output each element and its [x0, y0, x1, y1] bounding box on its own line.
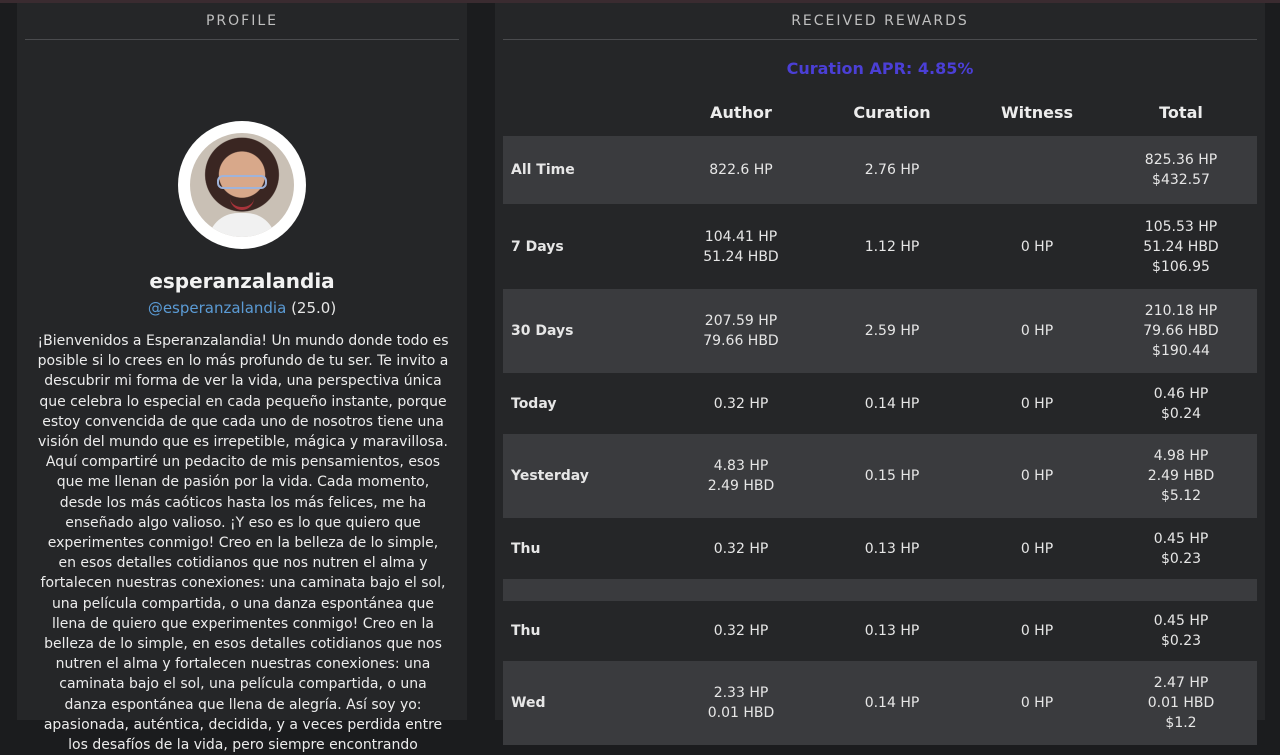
row-label: Thu: [503, 621, 661, 641]
author-value: 0.32 HP: [671, 621, 811, 641]
total-value: 105.53 HP51.24 HBD$106.95: [1111, 217, 1251, 277]
rewards-panel: RECEIVED REWARDS Curation APR: 4.85% Aut…: [495, 3, 1265, 720]
witness-value: 0 HP: [967, 466, 1107, 486]
author-value: 2.33 HP0.01 HBD: [671, 683, 811, 723]
table-row: 30 Days 207.59 HP79.66 HBD 2.59 HP 0 HP …: [503, 289, 1257, 373]
column-curation: Curation: [822, 103, 962, 122]
witness-value: 0 HP: [967, 394, 1107, 414]
profile-panel: PROFILE esperanzalandia @esperanzalandia…: [17, 3, 467, 720]
curation-value: 0.13 HP: [822, 539, 962, 559]
table-row: 7 Days 104.41 HP51.24 HBD 1.12 HP 0 HP 1…: [503, 204, 1257, 289]
column-total: Total: [1111, 103, 1251, 122]
table-row: Wed 2.33 HP0.01 HBD 0.14 HP 0 HP 2.47 HP…: [503, 661, 1257, 745]
row-label: Today: [503, 394, 661, 414]
author-value: 207.59 HP79.66 HBD: [671, 311, 811, 351]
curation-value: 0.14 HP: [822, 693, 962, 713]
column-author: Author: [671, 103, 811, 122]
rewards-header: RECEIVED REWARDS: [503, 3, 1257, 40]
row-label: Yesterday: [503, 466, 661, 486]
row-label: Wed: [503, 693, 661, 713]
handle-link[interactable]: @esperanzalandia: [148, 299, 286, 317]
author-value: 104.41 HP51.24 HBD: [671, 227, 811, 267]
witness-value: 0 HP: [967, 321, 1107, 341]
curation-value: 0.13 HP: [822, 621, 962, 641]
total-value: 210.18 HP79.66 HBD$190.44: [1111, 301, 1251, 361]
total-value: 2.47 HP0.01 HBD$1.2: [1111, 673, 1251, 733]
author-value: 822.6 HP: [671, 160, 811, 180]
total-value: 0.46 HP$0.24: [1111, 384, 1251, 424]
table-row: Thu 0.32 HP 0.13 HP 0 HP 0.45 HP$0.23: [503, 518, 1257, 579]
curation-apr: Curation APR: 4.85%: [495, 59, 1265, 78]
rewards-table: All Time 822.6 HP 2.76 HP 825.36 HP$432.…: [503, 136, 1257, 745]
witness-value: 0 HP: [967, 237, 1107, 257]
author-value: 0.32 HP: [671, 539, 811, 559]
table-row: Thu 0.32 HP 0.13 HP 0 HP 0.45 HP$0.23: [503, 601, 1257, 661]
table-row: All Time 822.6 HP 2.76 HP 825.36 HP$432.…: [503, 136, 1257, 204]
row-separator: [503, 579, 1257, 601]
profile-bio: ¡Bienvenidos a Esperanzalandia! Un mundo…: [37, 331, 449, 755]
profile-header: PROFILE: [25, 3, 459, 40]
table-row: Yesterday 4.83 HP2.49 HBD 0.15 HP 0 HP 4…: [503, 434, 1257, 518]
total-value: 4.98 HP2.49 HBD$5.12: [1111, 446, 1251, 506]
witness-value: 0 HP: [967, 539, 1107, 559]
curation-value: 0.15 HP: [822, 466, 962, 486]
reputation-score: (25.0): [291, 299, 336, 317]
row-label: 7 Days: [503, 237, 661, 257]
witness-value: 0 HP: [967, 693, 1107, 713]
row-label: Thu: [503, 539, 661, 559]
total-value: 825.36 HP$432.57: [1111, 150, 1251, 190]
curation-value: 2.59 HP: [822, 321, 962, 341]
avatar-photo: [190, 133, 294, 237]
author-value: 4.83 HP2.49 HBD: [671, 456, 811, 496]
total-value: 0.45 HP$0.23: [1111, 529, 1251, 569]
column-witness: Witness: [967, 103, 1107, 122]
avatar[interactable]: [178, 121, 306, 249]
curation-value: 2.76 HP: [822, 160, 962, 180]
display-name: esperanzalandia: [17, 269, 467, 293]
row-label: 30 Days: [503, 321, 661, 341]
table-row: Today 0.32 HP 0.14 HP 0 HP 0.46 HP$0.24: [503, 373, 1257, 434]
handle-line: @esperanzalandia (25.0): [17, 299, 467, 317]
curation-value: 1.12 HP: [822, 237, 962, 257]
curation-value: 0.14 HP: [822, 394, 962, 414]
total-value: 0.45 HP$0.23: [1111, 611, 1251, 651]
row-label: All Time: [503, 160, 661, 180]
author-value: 0.32 HP: [671, 394, 811, 414]
witness-value: 0 HP: [967, 621, 1107, 641]
